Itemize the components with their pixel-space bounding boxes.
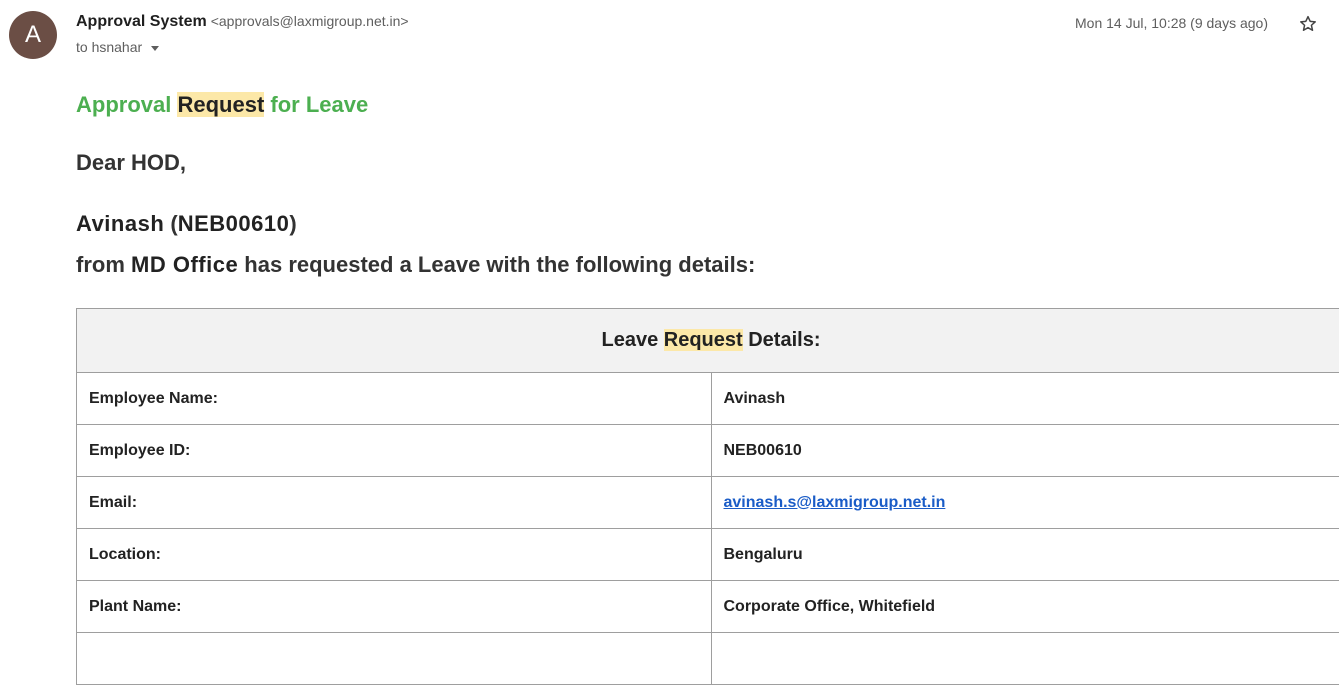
row-label: Employee ID:: [77, 425, 712, 477]
sender-line: Approval System<approvals@laxmigroup.net…: [76, 13, 409, 31]
heading-text-end: for Leave: [264, 92, 368, 117]
row-value: [711, 633, 1339, 685]
email-date: Mon 14 Jul, 10:28 (9 days ago): [1075, 15, 1268, 31]
table-row: [77, 633, 1339, 685]
table-header-highlight: Request: [664, 329, 743, 351]
table-header: Leave Request Details:: [77, 309, 1339, 373]
row-value: Corporate Office, Whitefield: [711, 581, 1339, 633]
row-label: [77, 633, 712, 685]
sender-email: <approvals@laxmigroup.net.in>: [211, 13, 409, 29]
row-label: Location:: [77, 529, 712, 581]
paren-open: (: [164, 211, 177, 236]
table-row: Plant Name: Corporate Office, Whitefield: [77, 581, 1339, 633]
table-row: Employee Name: Avinash: [77, 373, 1339, 425]
row-value: Avinash: [711, 373, 1339, 425]
request-text: has requested a Leave with the following…: [238, 252, 755, 277]
from-word: from: [76, 252, 131, 277]
email-heading: Approval Request for Leave: [76, 92, 368, 118]
table-header-row: Leave Request Details:: [77, 309, 1339, 373]
row-value: NEB00610: [711, 425, 1339, 477]
table-header-end: Details:: [743, 329, 821, 351]
leave-details-table: Leave Request Details: Employee Name: Av…: [76, 308, 1339, 685]
employee-id: NEB00610: [178, 211, 290, 236]
email-link[interactable]: avinash.s@laxmigroup.net.in: [724, 494, 946, 511]
star-icon[interactable]: [1298, 14, 1318, 34]
employee-line: Avinash (NEB00610): [76, 211, 297, 237]
department: MD Office: [131, 252, 238, 277]
heading-text-start: Approval: [76, 92, 177, 117]
table-header-start: Leave: [602, 329, 664, 351]
row-value: Bengaluru: [711, 529, 1339, 581]
recipients-toggle[interactable]: to hsnahar: [76, 39, 159, 55]
row-value: avinash.s@laxmigroup.net.in: [711, 477, 1339, 529]
heading-highlight: Request: [177, 92, 264, 117]
table-row: Employee ID: NEB00610: [77, 425, 1339, 477]
request-line: from MD Office has requested a Leave wit…: [76, 252, 755, 278]
table-row: Location: Bengaluru: [77, 529, 1339, 581]
table-row: Email: avinash.s@laxmigroup.net.in: [77, 477, 1339, 529]
greeting: Dear HOD,: [76, 150, 186, 176]
avatar[interactable]: A: [9, 11, 57, 59]
employee-name: Avinash: [76, 211, 164, 236]
row-label: Email:: [77, 477, 712, 529]
row-label: Plant Name:: [77, 581, 712, 633]
sender-name[interactable]: Approval System: [76, 13, 207, 30]
recipients-label: to hsnahar: [76, 39, 142, 55]
row-label: Employee Name:: [77, 373, 712, 425]
paren-close: ): [289, 211, 296, 236]
chevron-down-icon[interactable]: [151, 46, 159, 51]
